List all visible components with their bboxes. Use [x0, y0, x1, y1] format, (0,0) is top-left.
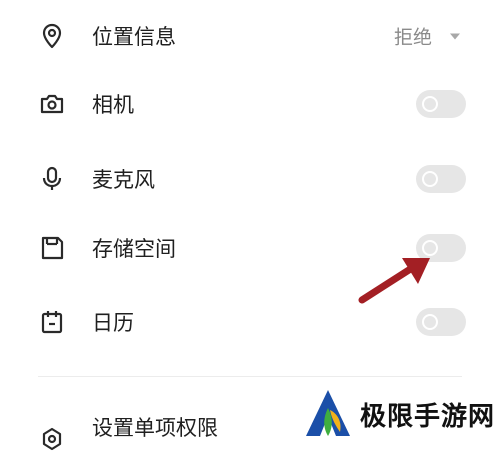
- location-pin-icon: [38, 22, 66, 50]
- permission-row-microphone: 麦克风: [0, 149, 500, 209]
- calendar-toggle[interactable]: [416, 308, 466, 336]
- permission-label: 日历: [92, 311, 134, 335]
- dropdown-value: 拒绝: [393, 26, 432, 49]
- toggle-knob: [422, 314, 438, 330]
- microphone-icon: [38, 165, 66, 193]
- watermark-text: 极限手游网: [360, 401, 496, 432]
- permission-label: 位置信息: [92, 25, 176, 49]
- permission-row-location[interactable]: 位置信息 拒绝: [0, 6, 500, 66]
- setting-single-permission-label: 设置单项权限: [92, 416, 218, 440]
- calendar-icon: [38, 308, 66, 336]
- storage-icon: [38, 234, 66, 262]
- permission-label: 存储空间: [92, 237, 176, 261]
- location-permission-dropdown[interactable]: 拒绝: [394, 23, 460, 50]
- permission-label: 麦克风: [92, 168, 155, 192]
- watermark-logo-icon: [300, 386, 356, 442]
- annotation-arrow-icon: [350, 250, 440, 310]
- settings-icon: [38, 425, 66, 453]
- toggle-knob: [422, 96, 438, 112]
- camera-toggle[interactable]: [416, 90, 466, 118]
- permission-label: 相机: [92, 93, 134, 117]
- caret-down-icon: [450, 33, 460, 39]
- permission-row-camera: 相机: [0, 74, 500, 134]
- microphone-toggle[interactable]: [416, 165, 466, 193]
- section-divider: [38, 376, 462, 377]
- site-watermark: 极限手游网: [300, 385, 500, 443]
- camera-icon: [38, 90, 66, 118]
- toggle-knob: [422, 171, 438, 187]
